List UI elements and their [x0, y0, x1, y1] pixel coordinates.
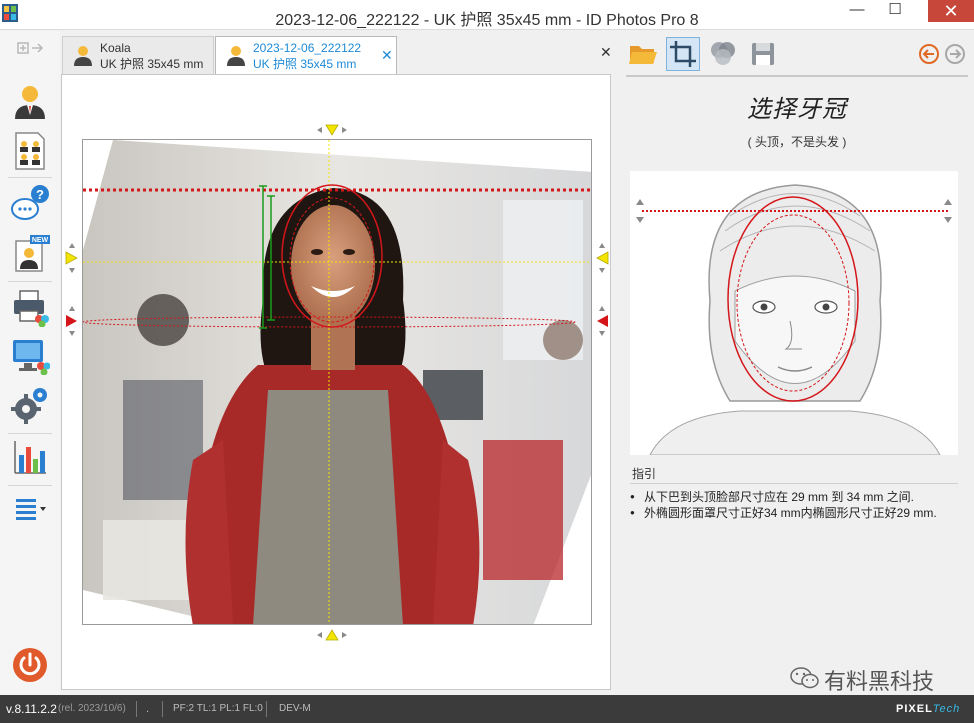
help-chat-icon[interactable]: ?	[10, 183, 50, 223]
guide-item: 从下巴到头顶脸部尺寸应在 29 mm 到 34 mm 之间.	[630, 489, 970, 505]
statistics-chart-icon[interactable]	[10, 437, 50, 477]
person-icon	[227, 46, 245, 66]
menu-list-icon[interactable]	[10, 493, 50, 523]
guide-list: 从下巴到头顶脸部尺寸应在 29 mm 到 34 mm 之间. 外椭圆形面罩尺寸正…	[630, 489, 970, 521]
maximize-button[interactable]: ☐	[880, 0, 910, 22]
left-chin-handle-icon[interactable]	[64, 306, 80, 336]
guide-item: 外椭圆形面罩尺寸正好34 mm内椭圆形尺寸正好29 mm.	[630, 505, 970, 521]
window-title: 2023-12-06_222122 - UK 护照 35x45 mm - ID …	[275, 12, 699, 29]
status-counters: PF:2 TL:1 PL:1 FL:0	[173, 703, 263, 714]
svg-text:?: ?	[36, 187, 44, 202]
person-icon[interactable]	[10, 81, 50, 121]
add-photo-icon[interactable]	[10, 37, 50, 61]
photo-canvas[interactable]	[82, 139, 592, 625]
brand-part-a: PIXEL	[896, 703, 933, 715]
status-bar: v.8.11.2.2 (rel. 2023/10/6) . PF:2 TL:1 …	[0, 695, 974, 723]
forward-arrow-icon[interactable]	[938, 37, 972, 71]
power-icon[interactable]	[10, 645, 50, 685]
monitor-icon[interactable]	[10, 335, 50, 375]
photo-sheet-icon[interactable]	[10, 131, 50, 171]
bottom-handle-icon[interactable]	[317, 627, 347, 643]
sidebar-divider	[8, 177, 52, 178]
brand-part-b: Tech	[932, 703, 961, 715]
title-bar: 2023-12-06_222122 - UK 护照 35x45 mm - ID …	[0, 0, 974, 30]
release-date: (rel. 2023/10/6)	[58, 703, 126, 714]
new-feature-icon[interactable]: NEW	[10, 233, 50, 273]
tab-current-photo[interactable]: 2023-12-06_222122 UK 护照 35x45 mm ✕	[215, 36, 397, 75]
right-eye-level-handle-icon[interactable]	[594, 243, 610, 273]
tab-subtitle: UK 护照 35x45 mm	[253, 57, 357, 71]
open-folder-icon[interactable]	[626, 37, 660, 71]
app-window: 2023-12-06_222122 - UK 护照 35x45 mm - ID …	[0, 0, 974, 723]
photo-editor	[61, 74, 611, 690]
step-title: 选择牙冠	[747, 96, 847, 123]
toolbar-divider	[626, 75, 968, 77]
settings-gear-icon[interactable]	[10, 385, 50, 425]
watermark-text: 有料黑科技	[824, 669, 935, 694]
crop-tool-button[interactable]	[666, 37, 700, 71]
tab-close-button[interactable]: ✕	[381, 47, 393, 64]
sidebar-divider	[8, 281, 52, 282]
crop-guides-overlay	[83, 140, 591, 624]
guide-illustration	[630, 171, 958, 456]
tab-koala[interactable]: Koala UK 护照 35x45 mm	[62, 36, 214, 74]
tab-title: 2023-12-06_222122	[253, 41, 362, 55]
left-eye-level-handle-icon[interactable]	[64, 243, 80, 273]
close-window-button[interactable]: ✕	[928, 0, 974, 22]
version-label: v.8.11.2.2	[6, 702, 57, 716]
tab-title: Koala	[100, 41, 131, 55]
top-handle-icon[interactable]	[317, 123, 347, 139]
right-chin-handle-icon[interactable]	[594, 306, 610, 336]
status-mode: DEV-M	[279, 703, 311, 714]
guide-sketch	[636, 184, 952, 456]
color-adjust-icon[interactable]	[706, 37, 740, 71]
status-separator	[162, 701, 163, 717]
save-disk-icon[interactable]	[746, 37, 780, 71]
sidebar-divider	[8, 433, 52, 434]
sidebar-divider	[8, 485, 52, 486]
left-sidebar: ? NEW	[0, 31, 60, 695]
watermark: 有料黑科技	[790, 662, 960, 694]
right-panel: 选择牙冠 ( 头顶，不是头发 ) 指引 ● 从下巴到头顶脸部尺寸应在 29 mm…	[620, 31, 974, 695]
crop-icon	[670, 41, 696, 67]
status-separator	[136, 701, 137, 717]
tab-subtitle: UK 护照 35x45 mm	[100, 57, 204, 71]
step-subtitle: ( 头顶，不是头发 )	[747, 135, 847, 149]
guide-divider	[630, 483, 958, 484]
wechat-icon	[790, 667, 819, 689]
brand-logo: PIXELTech	[896, 703, 960, 715]
person-icon	[74, 46, 92, 66]
printer-icon[interactable]	[10, 287, 50, 327]
guide-label: 指引	[632, 467, 657, 481]
status-dot: .	[146, 703, 150, 715]
minimize-button[interactable]: —	[842, 0, 872, 22]
svg-text:NEW: NEW	[32, 237, 49, 244]
status-separator	[266, 701, 267, 717]
close-all-tabs-button[interactable]: ✕	[600, 44, 612, 61]
